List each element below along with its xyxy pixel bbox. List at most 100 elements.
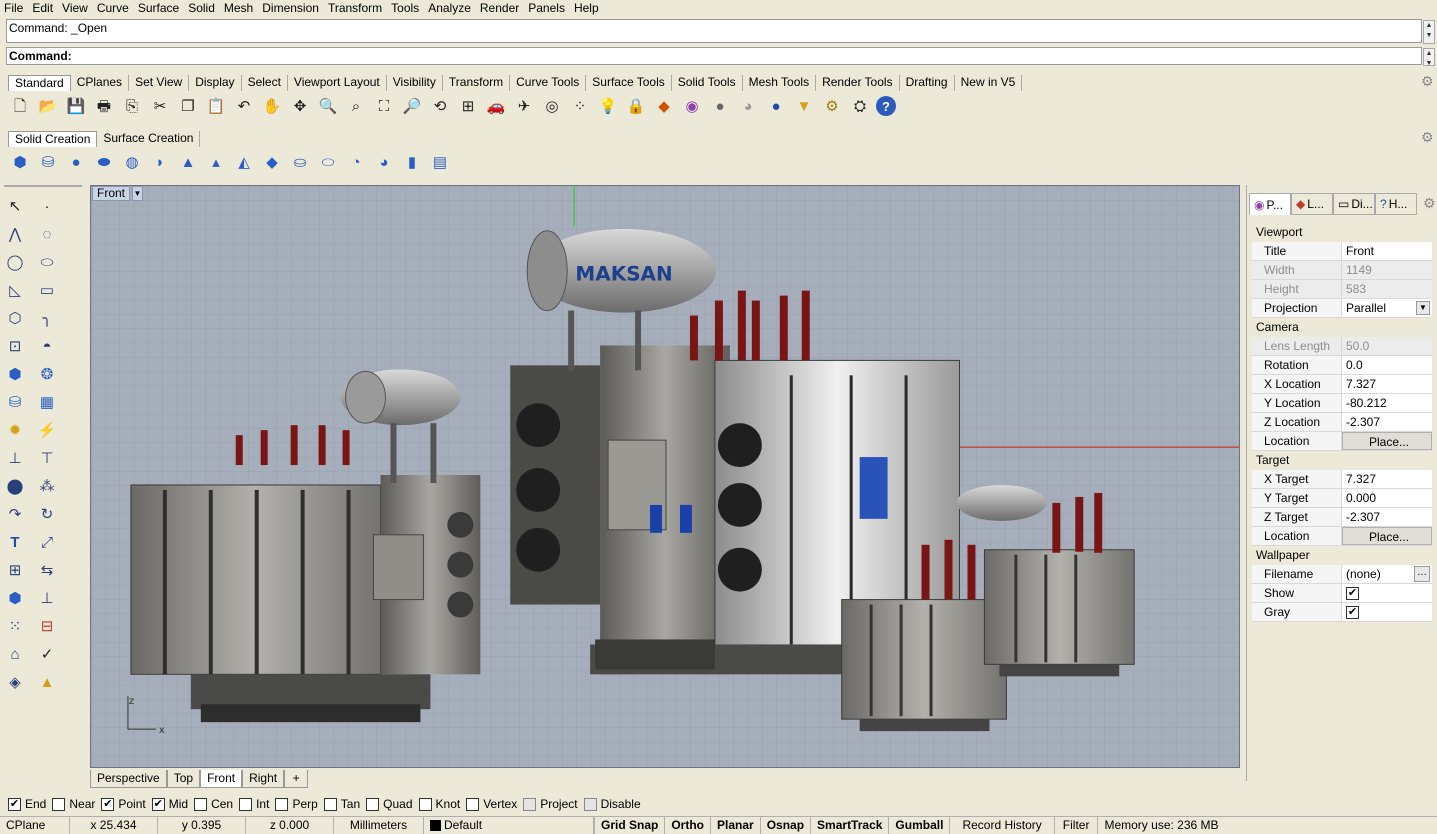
osnap-near[interactable]: Near [52, 797, 95, 811]
box-icon[interactable]: ⬢ [8, 150, 32, 174]
tab-select[interactable]: Select [241, 75, 288, 91]
mesh-icon[interactable]: ▦ [35, 390, 59, 414]
torus-knot-icon[interactable]: ⬭ [316, 150, 340, 174]
menu-tools[interactable]: Tools [387, 1, 424, 15]
import-icon[interactable]: ⎘ [120, 94, 144, 118]
menu-view[interactable]: View [58, 1, 93, 15]
torus-icon[interactable]: ◍ [120, 150, 144, 174]
command-prompt[interactable]: Command: [6, 47, 1422, 65]
osnap-project-checkbox[interactable] [523, 797, 537, 811]
osnap-int-checkbox[interactable] [239, 797, 253, 811]
layout-icon[interactable]: ⊟ [35, 614, 59, 638]
tab-surface-creation[interactable]: Surface Creation [97, 131, 201, 147]
tab-surface-tools[interactable]: Surface Tools [586, 75, 672, 91]
osnap-mid[interactable]: ✔ Mid [151, 797, 188, 811]
extrude-icon[interactable]: ◕ [372, 150, 396, 174]
pyramid-icon[interactable]: ▴ [204, 150, 228, 174]
copy-icon[interactable]: ❐ [176, 94, 200, 118]
add-viewport-tab-icon[interactable]: + [284, 770, 309, 788]
menu-file[interactable]: File [0, 1, 28, 15]
split-icon[interactable]: ⊤ [35, 446, 59, 470]
command-prompt-spinner[interactable]: ▲ ▼ [1423, 48, 1435, 67]
menu-curve[interactable]: Curve [93, 1, 134, 15]
circle-icon[interactable]: ◯ [3, 250, 27, 274]
light-tool-icon[interactable]: ▲ [35, 670, 59, 694]
array-icon[interactable]: ⊞ [3, 558, 27, 582]
toolbar-options-gear-icon[interactable]: ⚙ [1421, 73, 1434, 90]
tab-cplanes[interactable]: CPlanes [70, 75, 130, 91]
lock-icon[interactable]: 🔒 [624, 94, 648, 118]
target-place-button[interactable]: Place... [1342, 527, 1432, 545]
point-grid-icon[interactable]: ⁘ [568, 94, 592, 118]
sweep-icon[interactable]: ◓ [35, 334, 59, 358]
osnap-point-checkbox[interactable]: ✔ [101, 797, 115, 811]
status-units[interactable]: Millimeters [334, 816, 424, 834]
show-checkbox[interactable]: ✔ [1346, 587, 1359, 601]
block-icon[interactable]: ⬢ [3, 586, 27, 610]
undo-icon[interactable]: ↶ [232, 94, 256, 118]
tab-right[interactable]: Right [242, 770, 285, 788]
check-icon[interactable]: ✓ [35, 642, 59, 666]
osnap-vertex-checkbox[interactable] [466, 797, 480, 811]
menu-panels[interactable]: Panels [524, 1, 570, 15]
panel-options-gear-icon[interactable]: ⚙ [1423, 195, 1436, 212]
osnap-quad[interactable]: Quad [366, 797, 413, 811]
mirror-icon[interactable]: ⇆ [35, 558, 59, 582]
filter-toggle[interactable]: Filter [1055, 816, 1099, 834]
tab-curve-tools[interactable]: Curve Tools [510, 75, 587, 91]
filename-field[interactable]: (none)… [1342, 565, 1432, 583]
light-bulb-icon[interactable]: 💡 [596, 94, 620, 118]
command-history-scrollbar[interactable]: ▲ ▼ [1423, 20, 1435, 44]
osnap-disable-checkbox[interactable] [583, 797, 597, 811]
arc-icon[interactable]: ◺ [3, 278, 27, 302]
polygon-icon[interactable]: ⬡ [3, 306, 27, 330]
palette-grip[interactable] [4, 185, 82, 187]
osnap-cen-checkbox[interactable] [194, 797, 208, 811]
zoom-icon[interactable]: 🔍 [316, 94, 340, 118]
move-icon[interactable]: ↷ [3, 502, 27, 526]
tab-front[interactable]: Front [200, 770, 243, 788]
tab-solid-creation[interactable]: Solid Creation [8, 131, 98, 147]
y-target-field[interactable]: 0.000 [1342, 489, 1432, 507]
solid-box-icon[interactable]: ⬢ [3, 362, 27, 386]
fillet-curve-icon[interactable]: ╮ [35, 306, 59, 330]
color-wheel-icon[interactable]: ◉ [680, 94, 704, 118]
tab-mesh-tools[interactable]: Mesh Tools [742, 75, 817, 91]
four-views-icon[interactable]: ⊞ [456, 94, 480, 118]
grid-snap-toggle[interactable]: Grid Snap [594, 816, 666, 834]
group-icon[interactable]: ⬤ [3, 474, 27, 498]
gear-wheel-icon[interactable]: ⚙ [820, 94, 844, 118]
truncated-cone-icon[interactable]: ▲ [176, 150, 200, 174]
viewport-menu-chevron-down-icon[interactable]: ▼ [132, 186, 143, 201]
y-location-field[interactable]: -80.212 [1342, 394, 1432, 412]
text-icon[interactable]: T [3, 530, 27, 554]
tab-display[interactable]: ▭ Di... [1333, 193, 1375, 215]
ellipsoid-icon[interactable]: ⬬ [92, 150, 116, 174]
osnap-tan-checkbox[interactable] [323, 797, 337, 811]
surface-points-icon[interactable]: ⊡ [3, 334, 27, 358]
grid-array-icon[interactable]: ⁙ [3, 614, 27, 638]
tab-set-view[interactable]: Set View [129, 75, 190, 91]
curve-icon[interactable]: ◌ [35, 222, 59, 246]
viewport-title[interactable]: Front [92, 186, 131, 201]
menu-render[interactable]: Render [476, 1, 524, 15]
solid-toolbar-gear-icon[interactable]: ⚙ [1421, 129, 1434, 146]
osnap-knot-checkbox[interactable] [418, 797, 432, 811]
z-target-field[interactable]: -2.307 [1342, 508, 1432, 526]
browse-ellipsis-icon[interactable]: … [1414, 566, 1430, 582]
gray-checkbox[interactable]: ✔ [1346, 606, 1359, 620]
osnap-int[interactable]: Int [239, 797, 269, 811]
sphere-gray-icon[interactable]: ● [708, 94, 732, 118]
boolean-icon[interactable]: ❂ [35, 362, 59, 386]
osnap-end[interactable]: ✔ End [8, 797, 46, 811]
join-icon[interactable]: ⚡ [35, 418, 59, 442]
planar-toggle[interactable]: Planar [711, 816, 761, 834]
cone-icon[interactable]: ◗ [148, 150, 172, 174]
osnap-disable[interactable]: Disable [583, 797, 641, 811]
tab-top[interactable]: Top [166, 770, 201, 788]
render-icon[interactable]: ◈ [3, 670, 27, 694]
tab-perspective[interactable]: Perspective [90, 770, 167, 788]
tab-new-in-v5[interactable]: New in V5 [954, 75, 1023, 91]
osnap-perp[interactable]: Perp [275, 797, 318, 811]
menu-transform[interactable]: Transform [324, 1, 387, 15]
